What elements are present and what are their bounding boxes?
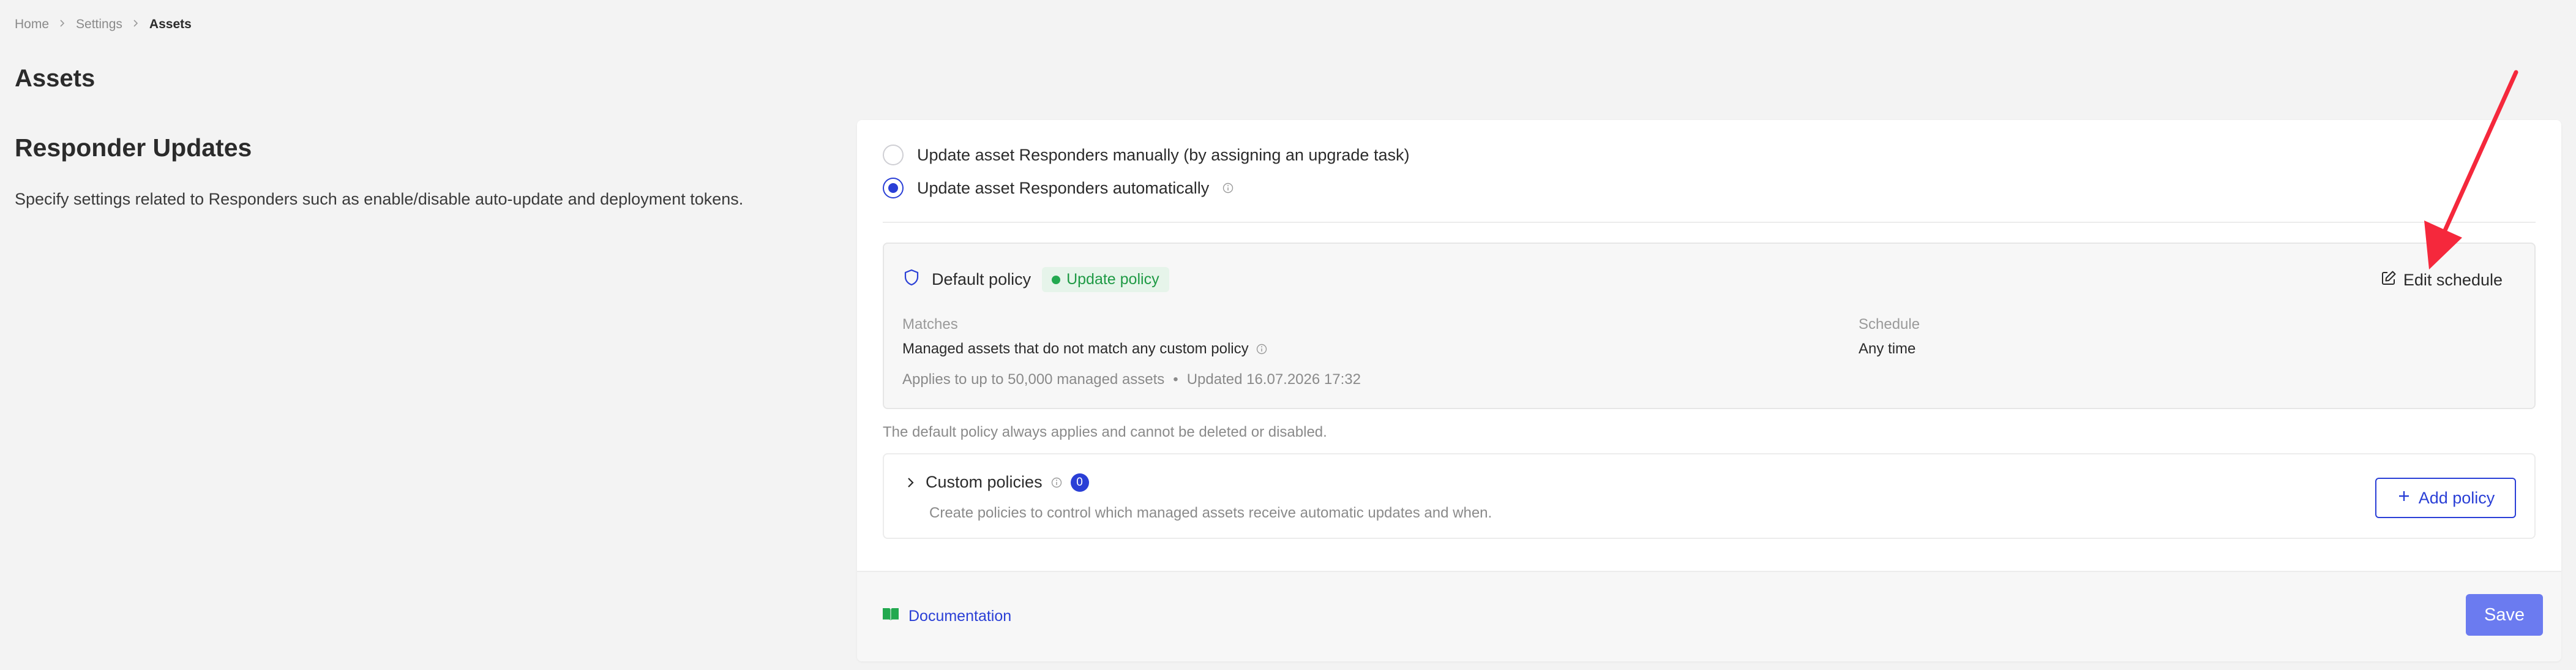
updated-text: Updated 16.07.2026 17:32 xyxy=(1186,371,1361,388)
breadcrumb-current: Assets xyxy=(149,17,192,31)
card-footer: Documentation Save xyxy=(857,571,2561,661)
schedule-value: Any time xyxy=(1859,341,1916,357)
breadcrumb: Home Settings Assets xyxy=(15,17,192,32)
plus-icon xyxy=(2397,489,2411,508)
policy-meta: Applies to up to 50,000 managed assets •… xyxy=(902,371,1361,388)
update-manually-label: Update asset Responders manually (by ass… xyxy=(917,145,1410,164)
edit-icon xyxy=(2380,269,2397,291)
info-icon[interactable] xyxy=(1222,183,1234,194)
custom-policies-title: Custom policies xyxy=(926,473,1043,491)
section-description: Specify settings related to Responders s… xyxy=(15,190,744,208)
status-badge: Update policy xyxy=(1042,267,1169,292)
chevron-right-icon xyxy=(58,17,67,32)
custom-policies-panel: Custom policies 0 Create policies to con… xyxy=(883,453,2536,539)
custom-policies-header[interactable]: Custom policies 0 xyxy=(904,473,1089,492)
radio-manual[interactable] xyxy=(883,145,904,165)
breadcrumb-home[interactable]: Home xyxy=(15,17,49,32)
documentation-label: Documentation xyxy=(908,608,1012,625)
applies-text: Applies to up to 50,000 managed assets xyxy=(902,371,1165,388)
chevron-right-icon xyxy=(131,17,141,32)
responder-updates-card: Update asset Responders manually (by ass… xyxy=(857,120,2561,661)
update-automatically-option[interactable]: Update asset Responders automatically xyxy=(883,178,1234,198)
section-title: Responder Updates xyxy=(15,134,252,162)
page-title: Assets xyxy=(15,65,95,92)
update-automatically-label: Update asset Responders automatically xyxy=(917,178,1210,197)
default-policy-note: The default policy always applies and ca… xyxy=(883,424,1327,440)
chevron-right-icon[interactable] xyxy=(904,476,917,489)
book-icon xyxy=(882,606,900,627)
annotation-arrow-icon xyxy=(2424,70,2518,269)
add-policy-button[interactable]: Add policy xyxy=(2375,478,2516,518)
default-policy-panel: Default policy Update policy Edit schedu… xyxy=(883,243,2536,409)
matches-value: Managed assets that do not match any cus… xyxy=(902,341,1267,358)
status-badge-label: Update policy xyxy=(1066,271,1159,288)
matches-value-text: Managed assets that do not match any cus… xyxy=(902,341,1249,357)
schedule-label: Schedule xyxy=(1859,316,1920,333)
info-icon[interactable] xyxy=(1051,477,1062,488)
default-policy-name: Default policy xyxy=(932,270,1032,288)
radio-automatic[interactable] xyxy=(883,178,904,198)
matches-label: Matches xyxy=(902,316,958,333)
meta-separator: • xyxy=(1173,371,1178,388)
update-manually-option[interactable]: Update asset Responders manually (by ass… xyxy=(883,145,1409,165)
custom-policies-description: Create policies to control which managed… xyxy=(929,505,1492,521)
info-icon[interactable] xyxy=(1256,344,1267,355)
breadcrumb-settings[interactable]: Settings xyxy=(76,17,122,32)
status-dot-icon xyxy=(1052,275,1061,284)
default-policy-header: Default policy Update policy xyxy=(902,267,1169,292)
shield-icon xyxy=(902,268,921,291)
save-button[interactable]: Save xyxy=(2466,594,2543,636)
divider xyxy=(883,222,2536,223)
documentation-link[interactable]: Documentation xyxy=(882,606,1011,627)
custom-policies-count: 0 xyxy=(1070,473,1089,492)
add-policy-label: Add policy xyxy=(2418,488,2495,507)
